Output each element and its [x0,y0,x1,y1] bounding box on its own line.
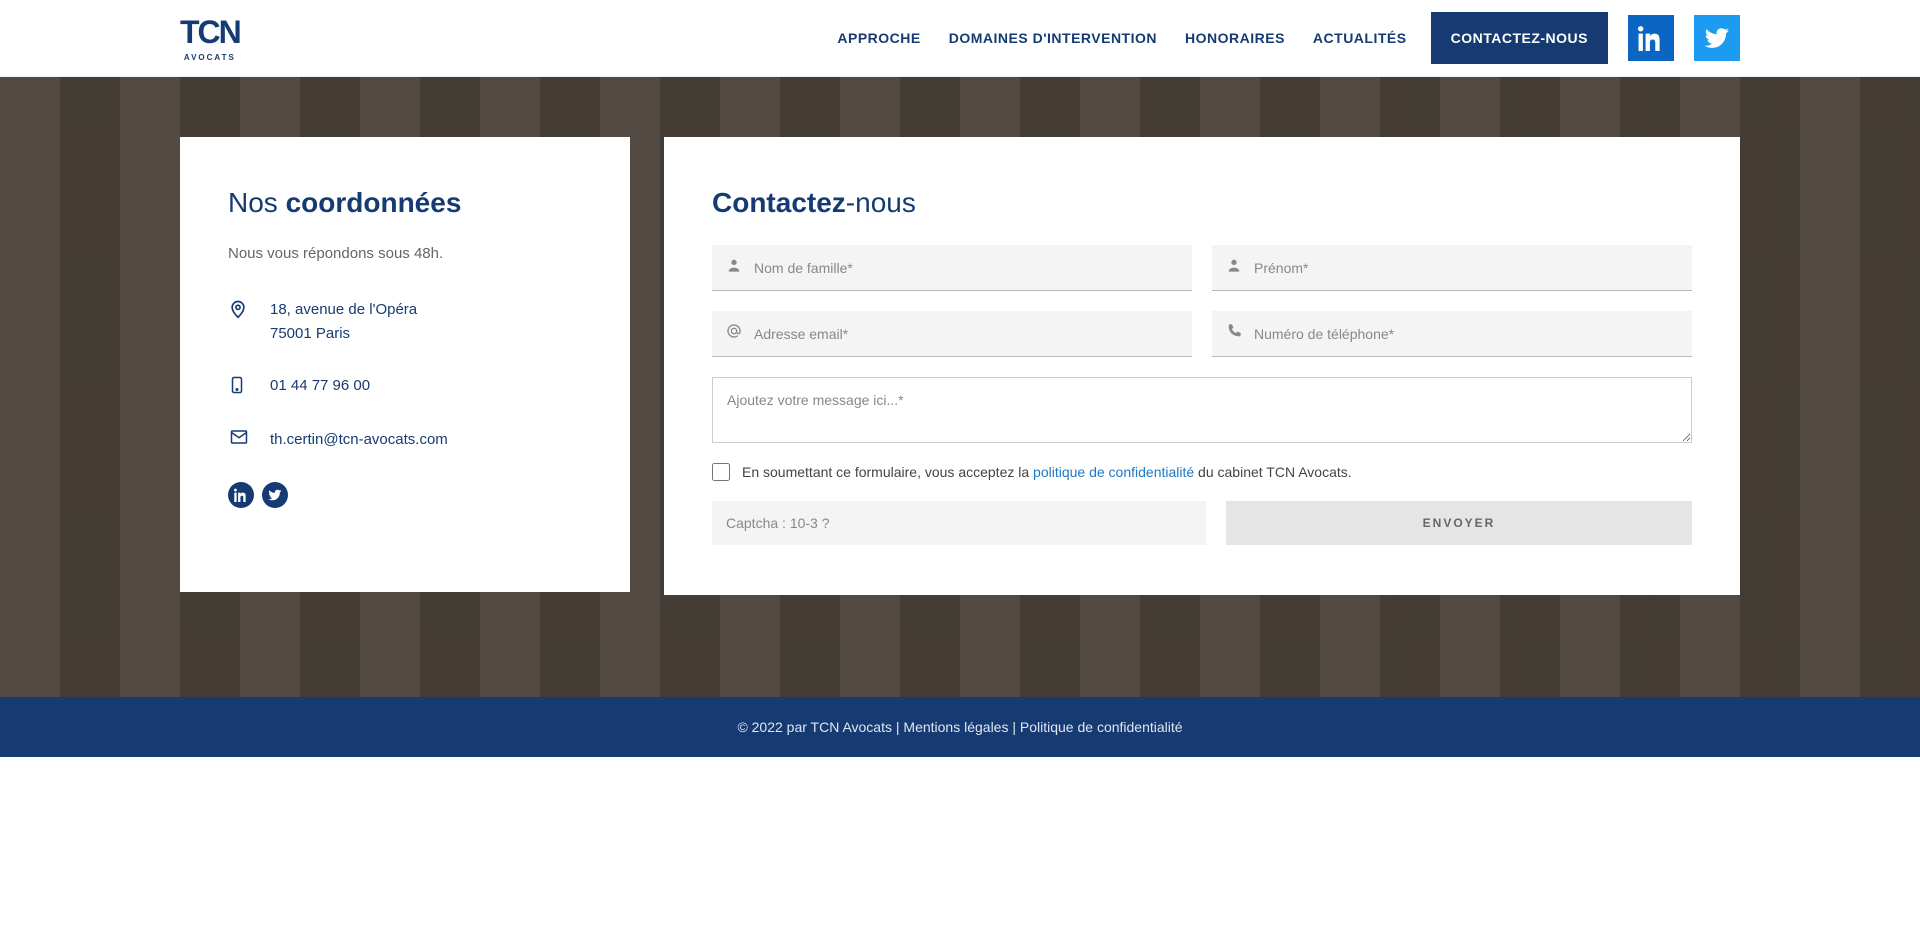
coord-email-row: th.certin@tcn-avocats.com [228,428,582,452]
site-footer: © 2022 par TCN Avocats | Mentions légale… [0,697,1920,757]
main-nav: APPROCHE DOMAINES D'INTERVENTION HONORAI… [833,12,1740,64]
map-pin-icon [228,298,250,346]
phone-icon [228,374,250,400]
coordinates-subtitle: Nous vous répondons sous 48h. [228,245,582,262]
lastname-field-wrap [712,245,1192,291]
linkedin-icon [234,488,248,502]
form-title-light: -nous [846,187,916,218]
nav-contact-cta[interactable]: CONTACTEZ-NOUS [1431,12,1608,64]
message-textarea[interactable] [712,377,1692,443]
brand-logo-main: TCN [180,14,240,51]
footer-copyright: © 2022 par TCN Avocats [737,719,892,735]
consent-text-pre: En soumettant ce formulaire, vous accept… [742,464,1033,480]
twitter-icon [1704,25,1730,51]
coord-phone[interactable]: 01 44 77 96 00 [270,374,370,400]
coord-address-row: 18, avenue de l'Opéra 75001 Paris [228,298,582,346]
nav-approche[interactable]: APPROCHE [833,20,924,56]
person-icon [726,257,744,278]
footer-sep2: | [1012,719,1020,735]
header-twitter-link[interactable] [1694,15,1740,61]
phone-input[interactable] [1254,326,1678,342]
coordinates-title-light: Nos [228,187,286,218]
consent-text: En soumettant ce formulaire, vous accept… [742,464,1352,480]
mail-icon [228,428,250,452]
email-field-wrap [712,311,1192,357]
form-title-bold: Contactez [712,187,846,218]
captcha-input[interactable] [712,501,1206,545]
form-title: Contactez-nous [712,187,1692,219]
contact-form: En soumettant ce formulaire, vous accept… [712,245,1692,545]
coordinates-title: Nos coordonnées [228,187,582,219]
coord-address-line1: 18, avenue de l'Opéra [270,301,417,318]
captcha-send-row: ENVOYER [712,501,1692,545]
card-twitter-link[interactable] [262,482,288,508]
send-button[interactable]: ENVOYER [1226,501,1692,545]
coordinates-title-bold: coordonnées [286,187,462,218]
firstname-input[interactable] [1254,260,1678,276]
consent-checkbox[interactable] [712,463,730,481]
consent-row: En soumettant ce formulaire, vous accept… [712,463,1692,481]
lastname-input[interactable] [754,260,1178,276]
firstname-field-wrap [1212,245,1692,291]
site-header: TCN AVOCATS APPROCHE DOMAINES D'INTERVEN… [0,0,1920,77]
consent-privacy-link[interactable]: politique de confidentialité [1033,464,1194,480]
footer-privacy-link[interactable]: Politique de confidentialité [1020,719,1183,735]
header-linkedin-link[interactable] [1628,15,1674,61]
coordinates-card: Nos coordonnées Nous vous répondons sous… [180,137,630,592]
contact-hero: Nos coordonnées Nous vous répondons sous… [0,77,1920,697]
coord-email[interactable]: th.certin@tcn-avocats.com [270,428,448,452]
consent-text-post: du cabinet TCN Avocats. [1194,464,1351,480]
footer-legal-link[interactable]: Mentions légales [903,719,1008,735]
card-linkedin-link[interactable] [228,482,254,508]
handset-icon [1226,323,1244,344]
contact-form-card: Contactez-nous [664,137,1740,595]
coord-phone-row: 01 44 77 96 00 [228,374,582,400]
coord-address-line2: 75001 Paris [270,325,350,342]
phone-field-wrap [1212,311,1692,357]
email-input[interactable] [754,326,1178,342]
brand-logo[interactable]: TCN AVOCATS [180,14,240,62]
nav-honoraires[interactable]: HONORAIRES [1181,20,1289,56]
card-socials [228,482,582,508]
brand-logo-sub: AVOCATS [184,53,236,62]
at-icon [726,323,744,344]
person-icon [1226,257,1244,278]
nav-domaines[interactable]: DOMAINES D'INTERVENTION [945,20,1161,56]
twitter-icon [268,488,282,502]
linkedin-icon [1638,25,1664,51]
nav-actualites[interactable]: ACTUALITÉS [1309,20,1411,56]
coord-address: 18, avenue de l'Opéra 75001 Paris [270,298,417,346]
